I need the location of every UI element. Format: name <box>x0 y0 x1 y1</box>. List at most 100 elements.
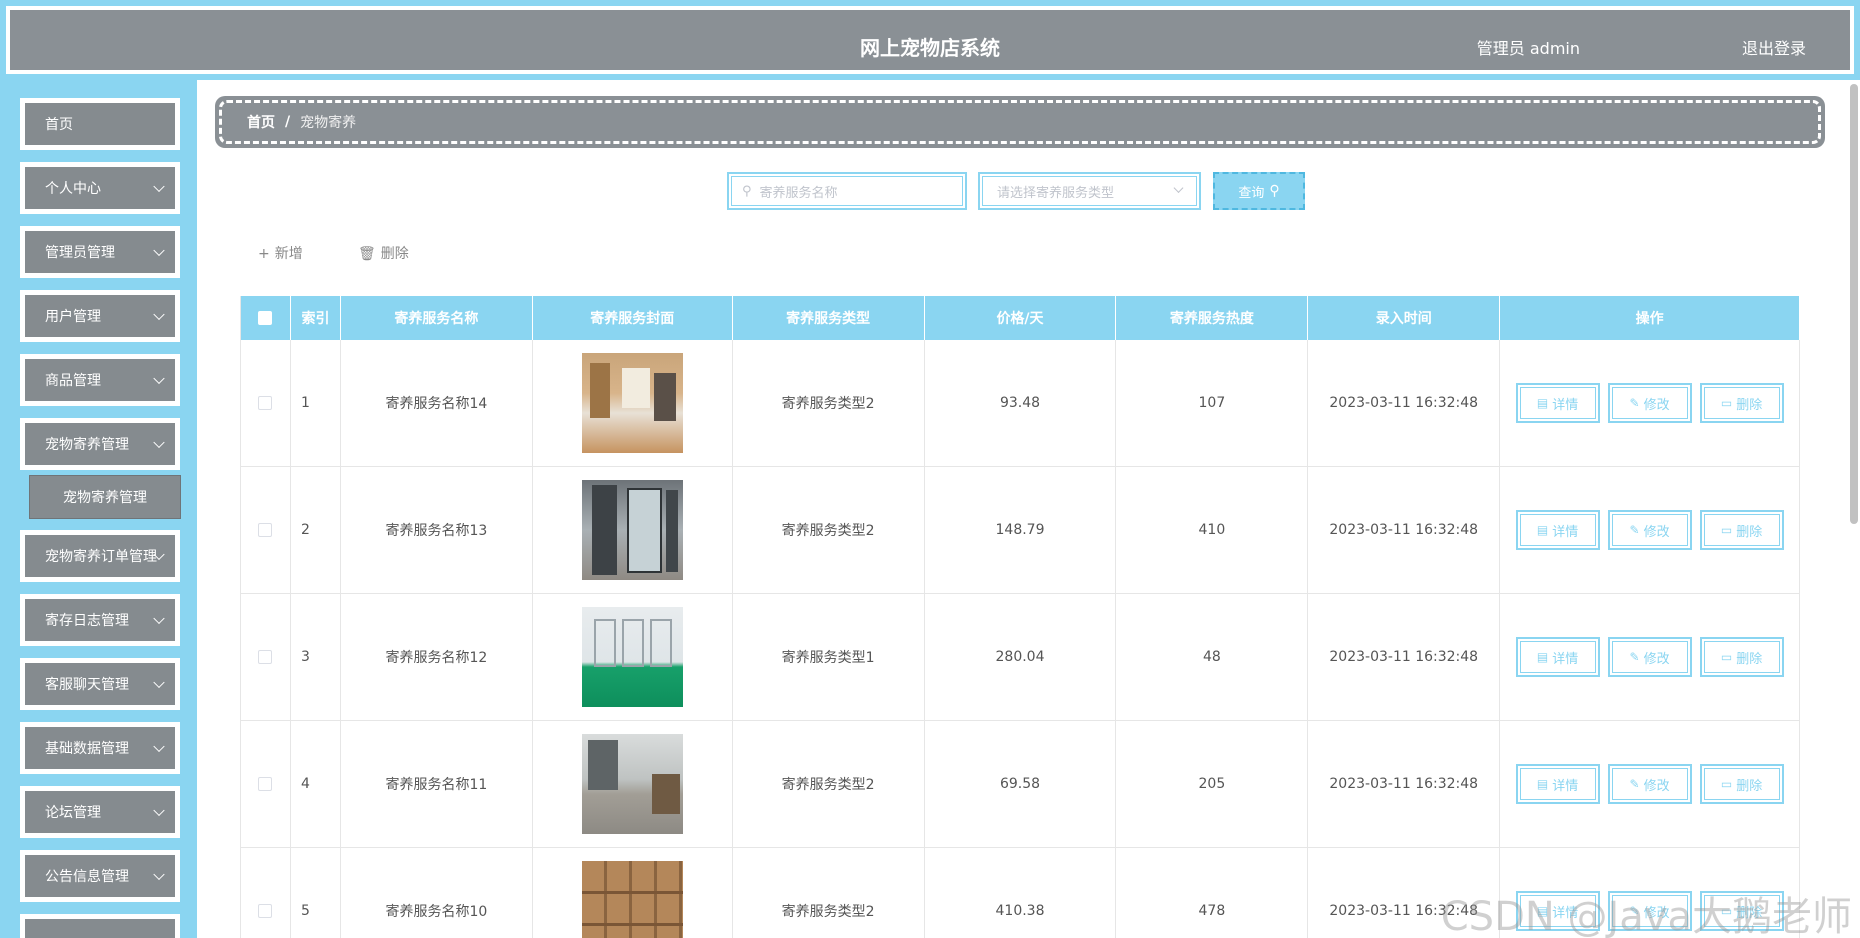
page-scrollbar[interactable] <box>1850 84 1858 524</box>
detail-button[interactable]: ▤ 详情 <box>1515 891 1600 931</box>
search-button[interactable]: 查询 ⚲ <box>1213 172 1305 210</box>
header-select-all[interactable] <box>241 296 291 340</box>
cover-image[interactable] <box>581 607 683 707</box>
cover-image[interactable] <box>581 861 683 938</box>
row-cover <box>533 467 733 593</box>
delete-button[interactable]: ▭ 删除 <box>1699 764 1784 804</box>
row-ops: ▤ 详情 ✎ 修改 ▭ 删除 <box>1500 467 1800 593</box>
row-index: 4 <box>291 721 341 847</box>
select-all-checkbox[interactable] <box>258 311 273 325</box>
sidebar-item-products[interactable]: 商品管理 <box>20 354 180 406</box>
sidebar-item-pet-boarding[interactable]: 宠物寄养管理 <box>20 418 180 470</box>
search-name-placeholder: 寄养服务名称 <box>759 185 838 201</box>
detail-button[interactable]: ▤ 详情 <box>1515 637 1600 677</box>
add-button-label: 新增 <box>274 246 303 262</box>
row-ops: ▤ 详情 ✎ 修改 ▭ 删除 <box>1500 594 1800 720</box>
row-checkbox[interactable] <box>258 523 273 537</box>
row-type: 寄养服务类型1 <box>733 594 925 720</box>
chevron-down-icon <box>153 244 165 257</box>
edit-button[interactable]: ✎ 修改 <box>1607 510 1692 550</box>
sidebar-item-partial[interactable] <box>20 914 180 938</box>
row-price: 148.79 <box>925 467 1117 593</box>
batch-delete-button[interactable]: 🗑 删除 <box>358 243 409 263</box>
row-time: 2023-03-11 16:32:48 <box>1308 848 1501 938</box>
search-name-input[interactable]: ⚲ 寄养服务名称 <box>727 172 967 210</box>
table-header: 索引 寄养服务名称 寄养服务封面 寄养服务类型 价格/天 寄养服务热度 录入时间… <box>241 296 1800 340</box>
document-icon: ▤ <box>1536 904 1549 918</box>
row-index: 2 <box>291 467 341 593</box>
detail-button[interactable]: ▤ 详情 <box>1515 510 1600 550</box>
sidebar-item-label: 宠物寄养订单管理 <box>45 549 157 565</box>
row-select[interactable] <box>241 594 291 720</box>
detail-button[interactable]: ▤ 详情 <box>1515 383 1600 423</box>
sidebar-item-admins[interactable]: 管理员管理 <box>20 226 180 278</box>
row-select[interactable] <box>241 848 291 938</box>
row-select[interactable] <box>241 721 291 847</box>
row-checkbox[interactable] <box>258 904 273 918</box>
boarding-table: 索引 寄养服务名称 寄养服务封面 寄养服务类型 价格/天 寄养服务热度 录入时间… <box>240 296 1800 938</box>
sidebar-item-users[interactable]: 用户管理 <box>20 290 180 342</box>
delete-button[interactable]: ▭ 删除 <box>1699 383 1784 423</box>
row-name: 寄养服务名称13 <box>341 467 533 593</box>
row-ops: ▤ 详情 ✎ 修改 ▭ 删除 <box>1500 848 1800 938</box>
chevron-down-icon <box>153 372 165 385</box>
edit-button[interactable]: ✎ 修改 <box>1607 637 1692 677</box>
sidebar: 首页 个人中心 管理员管理 用户管理 商品管理 宠物寄养管理 宠物寄养订单管理 … <box>0 80 197 938</box>
row-name: 寄养服务名称14 <box>341 340 533 466</box>
cover-image[interactable] <box>581 734 683 834</box>
cover-image[interactable] <box>581 480 683 580</box>
search-type-select[interactable]: 请选择寄养服务类型 <box>978 172 1201 210</box>
row-index: 1 <box>291 340 341 466</box>
sidebar-item-label: 个人中心 <box>45 181 101 197</box>
edit-button[interactable]: ✎ 修改 <box>1607 383 1692 423</box>
delete-button[interactable]: ▭ 删除 <box>1699 637 1784 677</box>
logout-button[interactable]: 退出登录 <box>1742 35 1806 59</box>
delete-button[interactable]: ▭ 删除 <box>1699 891 1784 931</box>
table-row: 4 寄养服务名称11 寄养服务类型2 69.58 205 2023-03-11 … <box>241 721 1800 848</box>
chevron-down-icon <box>153 676 165 689</box>
edit-button[interactable]: ✎ 修改 <box>1607 891 1692 931</box>
row-index: 3 <box>291 594 341 720</box>
row-time: 2023-03-11 16:32:48 <box>1308 467 1501 593</box>
sidebar-subitem-pet-boarding[interactable]: 宠物寄养管理 <box>30 476 180 518</box>
add-button[interactable]: + 新增 <box>258 243 303 263</box>
document-icon: ▤ <box>1536 650 1549 664</box>
sidebar-item-profile[interactable]: 个人中心 <box>20 162 180 214</box>
sidebar-item-storage-logs[interactable]: 寄存日志管理 <box>20 594 180 646</box>
row-price: 280.04 <box>925 594 1117 720</box>
delete-button[interactable]: ▭ 删除 <box>1699 510 1784 550</box>
chevron-down-icon <box>153 308 165 321</box>
sidebar-item-support-chat[interactable]: 客服聊天管理 <box>20 658 180 710</box>
search-type-placeholder: 请选择寄养服务类型 <box>997 185 1115 201</box>
header-type: 寄养服务类型 <box>733 296 925 340</box>
sidebar-item-base-data[interactable]: 基础数据管理 <box>20 722 180 774</box>
row-checkbox[interactable] <box>258 650 273 664</box>
chevron-down-icon <box>153 740 165 753</box>
sidebar-item-home[interactable]: 首页 <box>20 98 180 150</box>
sidebar-item-boarding-orders[interactable]: 宠物寄养订单管理 <box>20 530 180 582</box>
delete-label: 删除 <box>1736 778 1763 794</box>
breadcrumb-home[interactable]: 首页 <box>247 112 275 132</box>
row-select[interactable] <box>241 340 291 466</box>
header-time: 录入时间 <box>1308 296 1501 340</box>
pencil-icon: ✎ <box>1629 777 1640 791</box>
edit-button[interactable]: ✎ 修改 <box>1607 764 1692 804</box>
sidebar-item-label: 商品管理 <box>45 373 101 389</box>
search-icon: ⚲ <box>1269 183 1280 199</box>
sidebar-item-forum[interactable]: 论坛管理 <box>20 786 180 838</box>
edit-label: 修改 <box>1643 905 1670 921</box>
row-type: 寄养服务类型2 <box>733 467 925 593</box>
row-checkbox[interactable] <box>258 777 273 791</box>
sidebar-item-label: 论坛管理 <box>45 805 101 821</box>
cover-image[interactable] <box>581 353 683 453</box>
header-name: 寄养服务名称 <box>341 296 533 340</box>
detail-label: 详情 <box>1552 905 1579 921</box>
row-checkbox[interactable] <box>258 396 273 410</box>
sidebar-item-announcements[interactable]: 公告信息管理 <box>20 850 180 902</box>
row-type: 寄养服务类型2 <box>733 721 925 847</box>
delete-label: 删除 <box>1736 905 1763 921</box>
row-cover <box>533 594 733 720</box>
header-bar: 网上宠物店系统 管理员 admin 退出登录 <box>2 2 1858 78</box>
row-select[interactable] <box>241 467 291 593</box>
detail-button[interactable]: ▤ 详情 <box>1515 764 1600 804</box>
